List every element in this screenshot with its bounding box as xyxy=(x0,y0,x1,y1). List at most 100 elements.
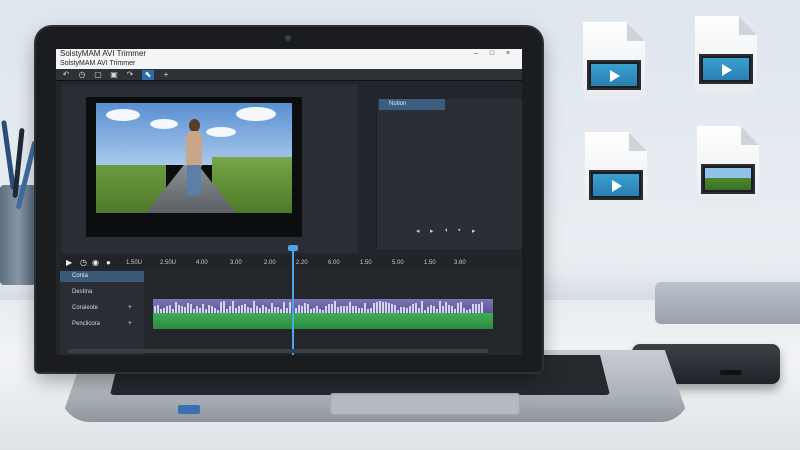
waveform-bar xyxy=(262,305,264,313)
add-track-icon[interactable]: + xyxy=(128,317,132,331)
waveform-bar xyxy=(166,306,168,313)
volume-icon[interactable]: ◖ xyxy=(444,227,448,234)
waveform-bar xyxy=(394,305,396,313)
clock-icon[interactable]: ◷ xyxy=(76,70,88,80)
track-label-text: Penclicora xyxy=(72,321,101,327)
toolbar: ↶ ◷ ▢ ▣ ↷ ⬉ + xyxy=(56,69,522,81)
waveform-bar xyxy=(415,303,417,313)
waveform-bar xyxy=(376,302,378,313)
add-track-icon[interactable]: + xyxy=(128,301,132,315)
play-icon xyxy=(612,180,622,192)
track-label[interactable]: Coraieote + xyxy=(60,301,144,315)
waveform-bar xyxy=(316,306,318,313)
ruler-tick: 3.60 xyxy=(454,260,466,266)
screen-icon[interactable]: ▢ xyxy=(92,70,104,80)
waveform-bar xyxy=(451,306,453,313)
waveform-bar xyxy=(232,301,234,313)
timeline-ruler[interactable]: 1.50U 2.50U 4.00 3.00 2.00 2.20 6.00 1.5… xyxy=(126,259,486,269)
waveform-bar xyxy=(373,303,375,313)
video-preview[interactable] xyxy=(86,97,302,237)
play-button[interactable]: ▶ xyxy=(66,258,72,267)
cloud xyxy=(206,127,236,137)
ruler-tick: 6.00 xyxy=(328,260,340,266)
waveform-bar xyxy=(346,306,348,313)
tab-notion[interactable]: Notion xyxy=(379,99,445,110)
video-clip[interactable] xyxy=(153,299,493,313)
playhead-handle[interactable] xyxy=(288,245,298,251)
waveform-bar xyxy=(334,301,336,313)
add-icon[interactable]: + xyxy=(160,70,172,80)
redo-icon[interactable]: ↷ xyxy=(124,70,136,80)
video-file-icon[interactable] xyxy=(697,126,759,204)
preview-person-jeans xyxy=(187,165,201,195)
minimize-button[interactable]: – xyxy=(470,49,482,59)
undo-icon[interactable]: ↶ xyxy=(60,70,72,80)
waveform-bar xyxy=(364,303,366,313)
ruler-tick: 1.50U xyxy=(126,260,143,266)
waveform-bar xyxy=(448,305,450,313)
waveform-bar xyxy=(175,302,177,313)
waveform-bar xyxy=(379,301,381,313)
ruler-tick: 2.00 xyxy=(264,260,276,266)
ruler-tick: 2.50U xyxy=(160,260,177,266)
record-icon[interactable]: ◉ xyxy=(92,258,99,267)
timeline-scrollbar[interactable] xyxy=(68,349,488,353)
maximize-button[interactable]: □ xyxy=(486,49,498,59)
waveform-bar xyxy=(388,303,390,313)
waveform-bar xyxy=(349,302,351,313)
waveform-bar xyxy=(256,306,258,313)
waveform-bar xyxy=(157,305,159,313)
cloud xyxy=(236,107,276,121)
loop-icon[interactable]: ◷ xyxy=(80,258,87,267)
waveform-bar xyxy=(478,304,480,313)
preview-panel xyxy=(62,85,358,253)
waveform-bar xyxy=(169,305,171,313)
video-file-icon[interactable] xyxy=(585,132,647,210)
waveform-bar xyxy=(178,305,180,313)
waveform-bar xyxy=(238,306,240,313)
waveform-bar xyxy=(253,301,255,313)
waveform-bar xyxy=(430,305,432,313)
waveform-bar xyxy=(433,306,435,313)
forward-icon[interactable]: ▸ xyxy=(430,227,434,235)
square-icon[interactable]: ▣ xyxy=(108,70,120,80)
laptop-sticker xyxy=(178,405,200,414)
waveform-bar xyxy=(343,306,345,313)
laptop-screen: SolstyMAM AVI Trimmer – □ × SolstyMAM AV… xyxy=(56,49,522,355)
playhead[interactable] xyxy=(292,245,294,355)
waveform-bar xyxy=(439,301,441,313)
waveform-bar xyxy=(289,302,291,313)
ruler-tick: 5.00 xyxy=(392,260,404,266)
cloud xyxy=(150,119,178,129)
track-label[interactable]: Destina xyxy=(60,285,144,299)
video-file-icon[interactable] xyxy=(695,16,757,94)
window-titlebar[interactable]: SolstyMAM AVI Trimmer – □ × xyxy=(56,49,522,59)
waveform-bar xyxy=(196,306,198,313)
play-small-icon[interactable]: ▸ xyxy=(472,227,476,235)
waveform-bar xyxy=(457,303,459,313)
waveform-bar xyxy=(190,304,192,313)
waveform-bar xyxy=(382,302,384,313)
ruler-tick: 2.20 xyxy=(296,260,308,266)
rewind-icon[interactable]: ◂ xyxy=(416,227,420,235)
waveform-bar xyxy=(211,306,213,313)
track-headers: Conta Destina Coraieote + Penclicora + xyxy=(60,271,144,355)
waveform-bar xyxy=(421,301,423,313)
waveform-bar xyxy=(307,304,309,313)
waveform-bar xyxy=(181,306,183,313)
audio-clip[interactable] xyxy=(153,313,493,329)
stop-icon[interactable]: ▪ xyxy=(458,227,460,234)
waveform-bar xyxy=(481,302,483,313)
marker-icon[interactable]: ● xyxy=(106,258,111,267)
ruler-tick: 1.50 xyxy=(424,260,436,266)
video-file-icon[interactable] xyxy=(583,22,645,100)
ruler-tick: 4.00 xyxy=(196,260,208,266)
select-icon[interactable]: ⬉ xyxy=(142,70,154,80)
track-group-header[interactable]: Conta xyxy=(60,271,144,282)
waveform-bar xyxy=(223,301,225,313)
waveform-bar xyxy=(298,305,300,313)
track-label[interactable]: Penclicora + xyxy=(60,317,144,331)
close-button[interactable]: × xyxy=(502,49,514,59)
waveform-bar xyxy=(220,302,222,313)
waveform-bar xyxy=(409,306,411,313)
